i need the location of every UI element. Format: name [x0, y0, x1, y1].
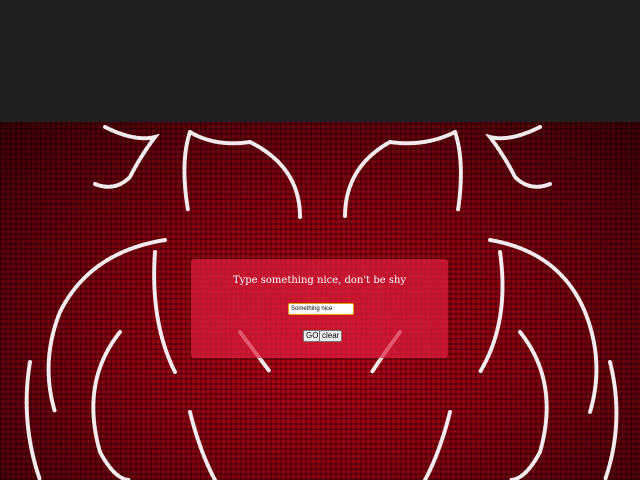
nice-message-dialog: Type something nice, don't be shy GO! cl…	[191, 259, 448, 358]
dialog-title: Type something nice, don't be shy	[232, 275, 407, 286]
page: Type something nice, don't be shy GO! cl…	[0, 0, 640, 480]
nice-message-input[interactable]	[288, 303, 354, 315]
clear-button[interactable]: clear	[319, 330, 343, 342]
top-dark-band	[0, 0, 640, 122]
